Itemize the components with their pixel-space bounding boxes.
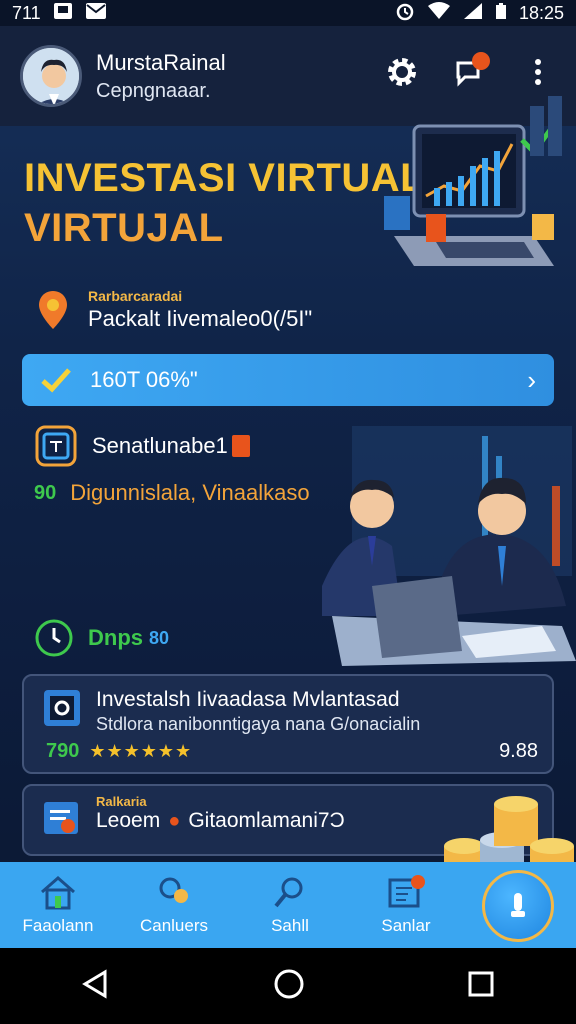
list-item-prefix-2: 90 xyxy=(34,481,57,504)
recents-button[interactable] xyxy=(467,970,495,1003)
laptop-chart-illustration xyxy=(384,96,564,286)
settings-button[interactable] xyxy=(382,52,422,92)
card-icon xyxy=(42,688,82,733)
list-item-suffix-3: 80 xyxy=(149,627,170,648)
back-triangle-icon xyxy=(82,968,107,999)
card2-title2: Gitaomlamani7Ɔ xyxy=(188,809,345,832)
info-value: Packalt Iivemaleo0(/5I" xyxy=(88,306,313,331)
more-vertical-icon xyxy=(535,59,541,85)
list-item-label-2: Digunnislala, Vinaalkaso xyxy=(70,480,310,505)
list-item-2[interactable]: 90 Digunnislala, Vinaalkaso xyxy=(34,480,310,506)
nav-label-home: Faaolann xyxy=(22,916,94,935)
avatar[interactable] xyxy=(20,45,82,107)
nav-customers[interactable]: Canluers xyxy=(116,874,232,936)
wifi-icon xyxy=(427,1,451,25)
people-icon xyxy=(159,877,188,903)
nav-label-calendar: Sanlar xyxy=(381,916,431,935)
home-system-button[interactable] xyxy=(273,968,305,1005)
card2-title: Leoem xyxy=(96,809,161,832)
timer-icon xyxy=(35,619,73,657)
notifications-button[interactable] xyxy=(450,52,490,92)
nav-sell[interactable]: Sahll xyxy=(232,874,348,936)
notification-badge xyxy=(472,52,490,70)
document-icon xyxy=(44,802,78,834)
gear-icon xyxy=(388,58,416,86)
card-left-value: 790 xyxy=(46,740,80,762)
list-item-label-3: Dnps xyxy=(88,625,143,650)
cta-label: 160T 06%" xyxy=(90,367,198,392)
list-item-1[interactable]: Senatlunabe1 xyxy=(34,424,250,468)
card-subtitle: Stdlora nanibonntigaya nana G/onacialin xyxy=(96,714,421,734)
hero-title-line1: INVESTASI VIRTUAL xyxy=(24,156,426,200)
mail-icon xyxy=(85,2,107,25)
user-info: MurstaRainal Cepngnaaar. xyxy=(96,50,226,103)
people-laptop-illustration xyxy=(312,426,576,676)
nav-label-customers: Canluers xyxy=(139,916,209,935)
rating-stars: ★★★★★★ xyxy=(89,741,193,761)
card-right-value: 9.88 xyxy=(499,740,538,762)
nav-home[interactable]: Faaolann xyxy=(0,874,116,936)
home-icon xyxy=(41,876,75,910)
system-nav-bar xyxy=(0,948,576,1024)
home-circle-icon xyxy=(274,969,304,998)
cta-bar[interactable]: 160T 06%" › xyxy=(22,354,554,406)
location-pin-icon xyxy=(39,291,67,329)
card2-caption: Ralkaria xyxy=(96,794,147,809)
back-button[interactable] xyxy=(81,968,111,1004)
info-icon xyxy=(511,893,525,917)
floating-action-button[interactable] xyxy=(482,870,554,942)
calendar-icon xyxy=(388,875,425,908)
card-title: Investalsh Iivaadasa Mvlantasad xyxy=(96,688,400,711)
nav-calendar[interactable]: Sanlar xyxy=(348,874,464,936)
chevron-right-icon: › xyxy=(527,364,536,395)
overflow-menu-button[interactable] xyxy=(518,52,558,92)
photo-icon xyxy=(44,690,80,726)
screen-icon xyxy=(35,425,77,467)
user-name: MurstaRainal xyxy=(96,49,226,75)
info-row: Rarbarcaradai Packalt Iivemaleo0(/5I" xyxy=(36,288,312,332)
screenshot-icon xyxy=(53,2,73,25)
user-subtitle: Cepngnaaar. xyxy=(96,79,211,102)
info-caption: Rarbarcaradai xyxy=(88,288,183,304)
bottom-nav: Faaolann Canluers Sahll Sanlar xyxy=(0,862,576,948)
nav-label-sell: Sahll xyxy=(271,916,309,935)
investment-card[interactable]: Investalsh Iivaadasa Mvlantasad Stdlora … xyxy=(22,674,554,774)
badge-icon xyxy=(231,435,250,457)
status-time-right: 18:25 xyxy=(518,2,564,23)
heart-icon: ● xyxy=(168,809,181,832)
recents-square-icon xyxy=(468,971,494,996)
status-bar: 711 18:25 xyxy=(0,0,576,26)
alarm-icon xyxy=(395,1,415,26)
status-time-left: 711 xyxy=(12,2,41,23)
app-screen: MurstaRainal Cepngnaaar. INVESTASI VIRTU… xyxy=(0,26,576,948)
signal-icon xyxy=(463,2,483,25)
battery-icon xyxy=(495,2,507,25)
check-icon xyxy=(41,368,71,393)
list-item-label-1: Senatlunabe1 xyxy=(92,433,228,458)
search-icon xyxy=(274,877,303,908)
list-item-3[interactable]: Dnps 80 xyxy=(34,618,169,658)
hero-title-line2: VIRTUJAL xyxy=(24,206,224,250)
card2-icon xyxy=(42,798,82,843)
